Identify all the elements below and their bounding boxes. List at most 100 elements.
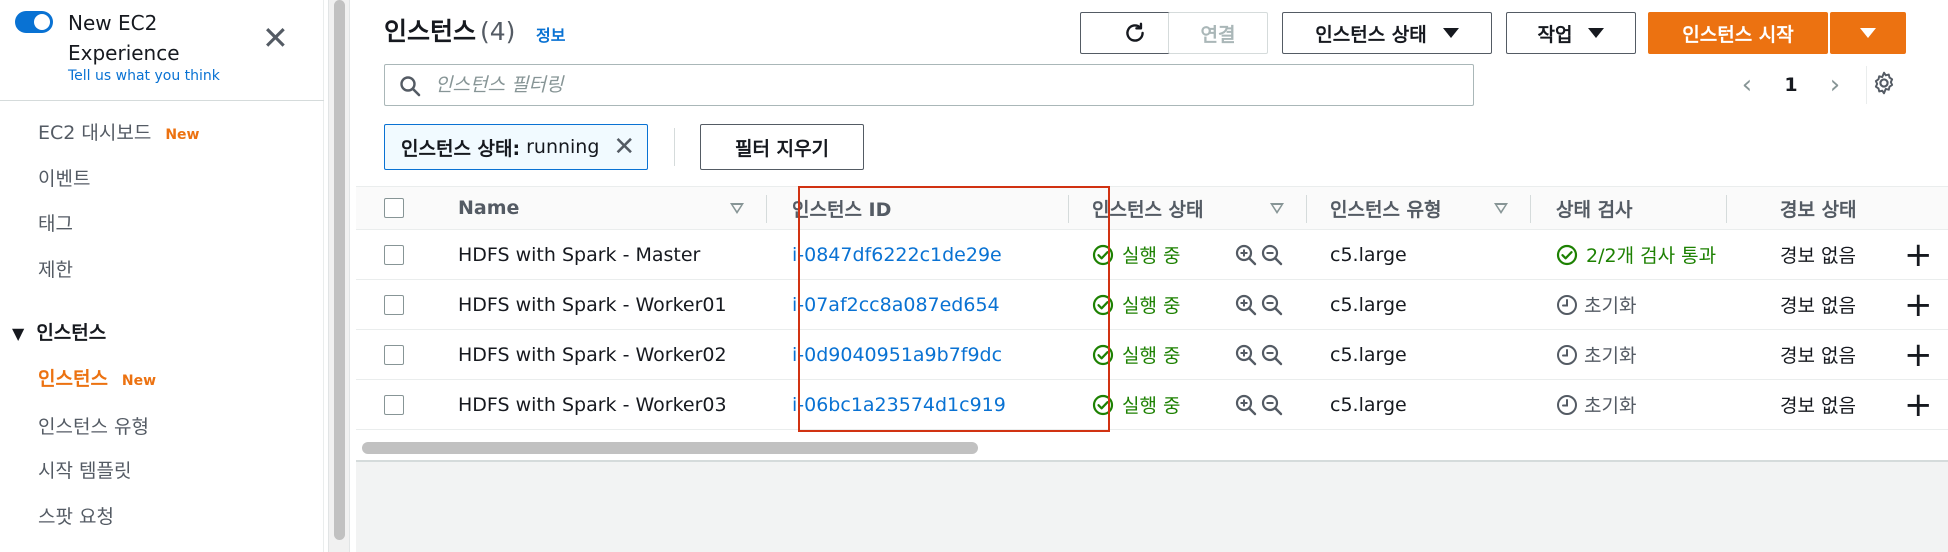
column-resizer[interactable]: [766, 195, 767, 223]
launch-options-dropdown[interactable]: [1830, 12, 1906, 54]
instance-type: c5.large: [1330, 343, 1407, 366]
sidebar-item-dashboard[interactable]: EC2 대시보드 New: [38, 118, 199, 145]
refresh-icon: [1126, 22, 1144, 42]
instance-id-link[interactable]: i-06bc1a23574d1c919: [792, 380, 1006, 429]
sidebar-item-limits[interactable]: 제한: [38, 255, 73, 282]
add-alarm-icon[interactable]: +: [1904, 380, 1933, 429]
scrollbar-thumb[interactable]: [362, 442, 978, 454]
instance-id-link[interactable]: i-0d9040951a9b7f9dc: [792, 330, 1002, 379]
zoom-out-icon[interactable]: [1260, 393, 1284, 417]
new-experience-title: New EC2 Experience: [68, 11, 180, 65]
divider: [674, 128, 675, 166]
chevron-right-icon[interactable]: ›: [1818, 70, 1852, 100]
column-header-instance-id[interactable]: 인스턴스 ID: [792, 187, 891, 229]
zoom-controls: [1234, 230, 1284, 279]
column-header-instance-state[interactable]: 인스턴스 상태: [1092, 187, 1204, 229]
column-header-instance-type[interactable]: 인스턴스 유형: [1330, 187, 1442, 229]
add-alarm-icon[interactable]: +: [1904, 280, 1933, 329]
row-checkbox[interactable]: [384, 244, 404, 265]
page-title: 인스턴스 (4): [384, 12, 515, 48]
sidebar-item-tags[interactable]: 태그: [38, 209, 73, 236]
table-header-row: Name 인스턴스 ID 인스턴스 상태 인스턴스 유형 상태 검사 경보 상태: [356, 186, 1948, 230]
sidebar-section-instances[interactable]: ▼ 인스턴스: [12, 318, 106, 345]
table-row[interactable]: HDFS with Spark - Worker02 i-0d9040951a9b…: [356, 330, 1948, 380]
sidebar-item-label: 인스턴스 유형: [38, 416, 149, 438]
close-icon[interactable]: ✕: [262, 22, 289, 54]
column-resizer[interactable]: [1530, 195, 1531, 223]
table-row[interactable]: HDFS with Spark - Worker01 i-07af2cc8a087…: [356, 280, 1948, 330]
zoom-controls: [1234, 380, 1284, 429]
instance-state: 실행 중: [1092, 230, 1180, 279]
instance-id-link[interactable]: i-0847df6222c1de29e: [792, 230, 1002, 279]
filter-token-key: 인스턴스 상태:: [401, 137, 521, 160]
sidebar-item-instances[interactable]: 인스턴스 New: [38, 364, 156, 391]
zoom-in-icon[interactable]: [1234, 293, 1258, 317]
alarm-status: 경보 없음: [1780, 295, 1856, 317]
sort-icon[interactable]: [1270, 203, 1284, 214]
sidebar-item-launch-templates[interactable]: 시작 템플릿: [38, 456, 131, 483]
clear-filters-button[interactable]: 필터 지우기: [700, 124, 864, 170]
instance-name: HDFS with Spark - Worker02: [458, 343, 727, 366]
sort-icon[interactable]: [1494, 203, 1508, 214]
sidebar-item-label: 제한: [38, 259, 73, 281]
column-resizer[interactable]: [1306, 195, 1307, 223]
instance-state-dropdown[interactable]: 인스턴스 상태: [1282, 12, 1492, 54]
row-select-cell: [384, 380, 404, 429]
table-row[interactable]: HDFS with Spark - Master i-0847df6222c1de…: [356, 230, 1948, 280]
zoom-in-icon[interactable]: [1234, 343, 1258, 367]
caret-down-icon: [1860, 28, 1876, 38]
alarm-status: 경보 없음: [1780, 345, 1856, 367]
gear-icon[interactable]: [1871, 70, 1897, 96]
zoom-in-icon[interactable]: [1234, 243, 1258, 267]
instance-filter[interactable]: [384, 64, 1474, 106]
sidebar-scrollbar[interactable]: [328, 0, 350, 552]
column-header-name[interactable]: Name: [458, 187, 519, 229]
new-experience-toggle[interactable]: [15, 11, 53, 33]
sidebar-item-spot-requests[interactable]: 스팟 요청: [38, 502, 114, 529]
scrollbar-thumb[interactable]: [334, 0, 345, 540]
zoom-out-icon[interactable]: [1260, 293, 1284, 317]
instance-state: 실행 중: [1092, 330, 1180, 379]
sidebar-item-label: 스팟 요청: [38, 506, 114, 528]
add-alarm-icon[interactable]: +: [1904, 330, 1933, 379]
table-row[interactable]: HDFS with Spark - Worker03 i-06bc1a23574d…: [356, 380, 1948, 430]
zoom-out-icon[interactable]: [1260, 243, 1284, 267]
row-checkbox[interactable]: [384, 344, 404, 365]
row-select-cell: [384, 230, 404, 279]
sidebar-item-events[interactable]: 이벤트: [38, 164, 90, 191]
instance-name: HDFS with Spark - Master: [458, 243, 701, 266]
add-alarm-icon[interactable]: +: [1904, 230, 1933, 279]
column-resizer[interactable]: [1726, 195, 1727, 223]
table-horizontal-scrollbar[interactable]: [362, 439, 1942, 455]
clear-filters-label: 필터 지우기: [734, 137, 829, 160]
info-link[interactable]: 정보: [536, 22, 565, 46]
instance-id-link[interactable]: i-07af2cc8a087ed654: [792, 280, 1000, 329]
alarm-status: 경보 없음: [1780, 245, 1856, 267]
status-check-text: 초기화: [1584, 345, 1637, 367]
page-number[interactable]: 1: [1764, 74, 1818, 96]
status-check-text: 초기화: [1584, 295, 1637, 317]
caret-down-icon: [1588, 28, 1605, 38]
connect-button[interactable]: 연결: [1168, 12, 1268, 54]
feedback-link[interactable]: Tell us what you think: [68, 68, 220, 84]
zoom-out-icon[interactable]: [1260, 343, 1284, 367]
instance-state: 실행 중: [1092, 380, 1180, 429]
chevron-left-icon[interactable]: ‹: [1730, 70, 1764, 100]
column-header-status-check[interactable]: 상태 검사: [1556, 187, 1633, 229]
column-header-alarm-status[interactable]: 경보 상태: [1780, 187, 1857, 229]
actions-dropdown[interactable]: 작업: [1506, 12, 1636, 54]
row-checkbox[interactable]: [384, 294, 404, 315]
zoom-in-icon[interactable]: [1234, 393, 1258, 417]
sidebar-item-instance-types[interactable]: 인스턴스 유형: [38, 412, 149, 439]
column-resizer[interactable]: [1068, 195, 1069, 223]
filter-input[interactable]: [433, 69, 1433, 101]
sidebar-section-label: 인스턴스: [36, 322, 107, 344]
select-all-checkbox[interactable]: [384, 198, 404, 218]
sort-icon[interactable]: [730, 203, 744, 214]
connect-label: 연결: [1200, 23, 1236, 46]
close-icon[interactable]: ✕: [613, 134, 635, 160]
filter-token-value: running: [526, 136, 600, 158]
row-checkbox[interactable]: [384, 394, 404, 415]
launch-instance-button[interactable]: 인스턴스 시작: [1648, 12, 1828, 54]
instance-type: c5.large: [1330, 293, 1407, 316]
